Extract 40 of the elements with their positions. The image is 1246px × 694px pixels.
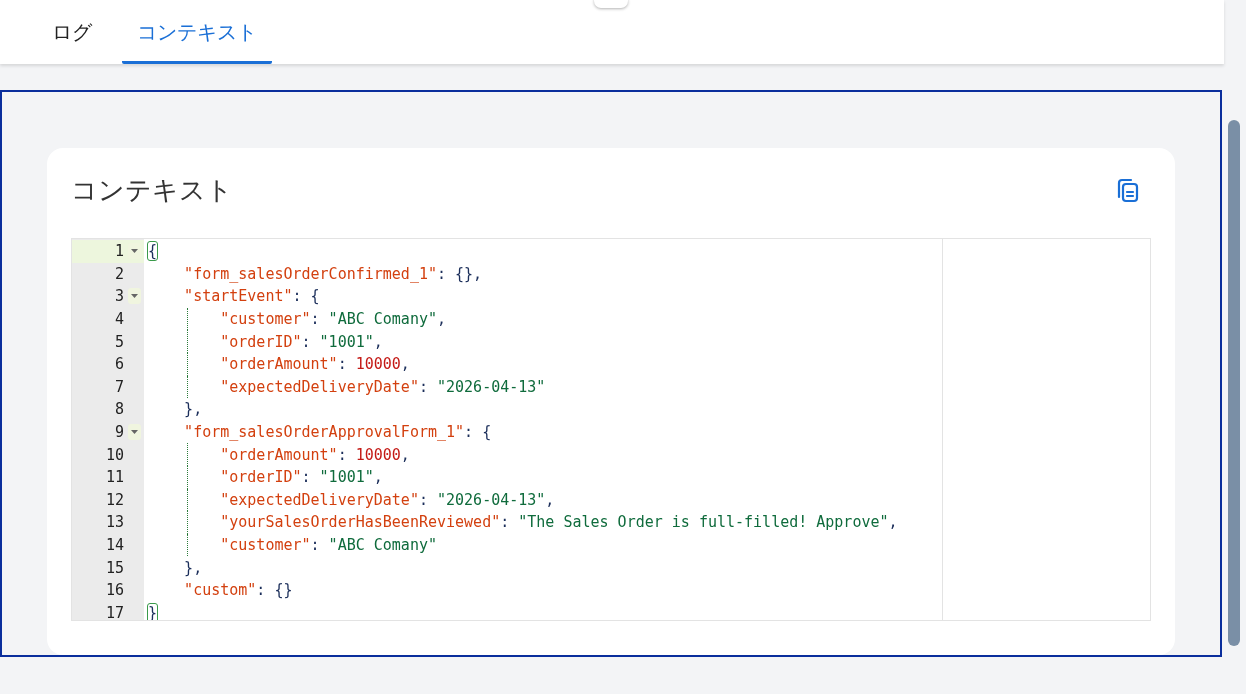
line-number: 16 <box>105 581 125 600</box>
tab[interactable]: コンテキスト <box>122 0 272 64</box>
code-line: "orderID": "1001", <box>220 332 383 351</box>
tab[interactable]: ログ <box>37 0 107 64</box>
line-number: 3 <box>114 287 125 306</box>
code-line: "form_salesOrderApprovalForm_1": { <box>184 423 492 442</box>
line-number: 17 <box>105 603 125 620</box>
code-line: "yourSalesOrderHasBeenReviewed": "The Sales Order is full-filled! Approve", <box>220 513 898 532</box>
line-number: 8 <box>114 400 125 419</box>
card-title: コンテキスト <box>71 173 233 207</box>
line-number: 15 <box>105 558 125 577</box>
line-number: 5 <box>114 332 125 351</box>
line-number: 7 <box>114 377 125 396</box>
line-number: 14 <box>105 536 125 554</box>
code-line: "orderID": "1001", <box>220 468 383 487</box>
copy-icon[interactable] <box>1115 177 1141 203</box>
code-line: }, <box>184 558 203 577</box>
line-number: 1 <box>114 242 125 261</box>
line-number: 13 <box>105 513 125 532</box>
code-line: "customer": "ABC Comany" <box>220 536 437 554</box>
code-line: "customer": "ABC Comany", <box>220 310 446 329</box>
line-number: 10 <box>105 445 125 464</box>
code-line: "startEvent": { <box>184 287 320 306</box>
code-line: "expectedDeliveryDate": "2026-04-13" <box>220 377 546 396</box>
code-editor[interactable] <box>71 238 1151 621</box>
code-line: } <box>148 603 158 620</box>
line-number: 11 <box>105 468 125 487</box>
code-line: { <box>148 242 158 261</box>
line-number: 6 <box>114 355 125 374</box>
scrollbar[interactable] <box>1228 120 1240 646</box>
code-line: "custom": {} <box>184 581 293 600</box>
code-line: }, <box>184 400 203 419</box>
code-line: "orderAmount": 10000, <box>220 445 410 464</box>
code-line: "orderAmount": 10000, <box>220 355 410 374</box>
line-number: 4 <box>114 310 125 329</box>
line-number: 9 <box>114 423 125 442</box>
code-line: "form_salesOrderConfirmed_1": {}, <box>184 264 483 283</box>
line-number: 2 <box>114 264 125 283</box>
line-number: 12 <box>105 490 125 509</box>
code-line: "expectedDeliveryDate": "2026-04-13", <box>220 490 555 509</box>
